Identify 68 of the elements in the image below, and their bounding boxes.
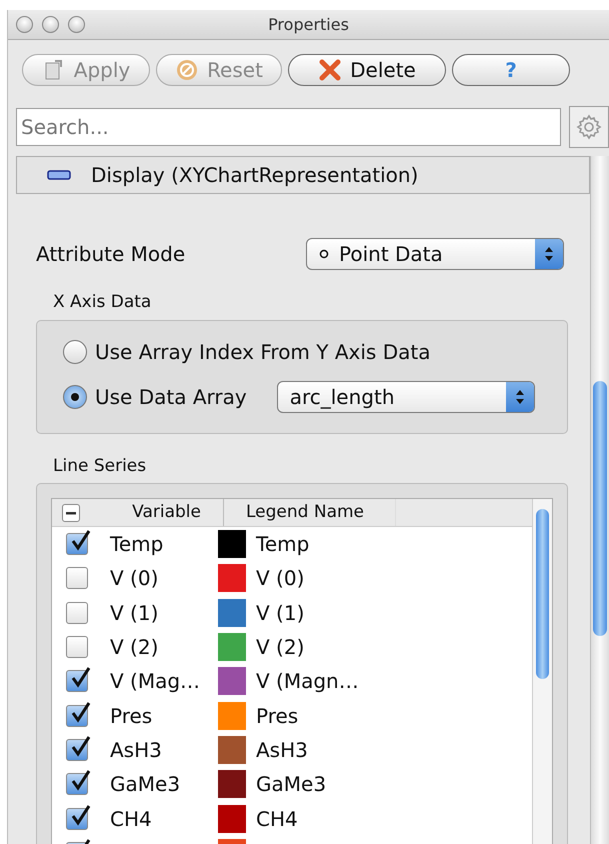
scroll-thumb[interactable] bbox=[536, 509, 549, 679]
attribute-mode-label: Attribute Mode bbox=[36, 241, 186, 268]
series-variable: AsH3 bbox=[109, 736, 163, 764]
legend-name[interactable]: V (2) bbox=[256, 632, 304, 662]
no-entry-icon bbox=[175, 58, 200, 82]
legend-name[interactable]: CH4 bbox=[256, 804, 298, 834]
series-variable: V (Mag… bbox=[109, 668, 202, 696]
checkbox[interactable] bbox=[66, 602, 88, 624]
series-variable: Temp bbox=[109, 531, 164, 558]
checkbox[interactable] bbox=[66, 533, 88, 556]
checkbox[interactable] bbox=[66, 738, 88, 761]
color-swatch[interactable] bbox=[218, 770, 246, 798]
column-header[interactable]: Variable bbox=[52, 499, 224, 526]
legend-name[interactable]: Pres bbox=[256, 700, 298, 731]
legend-name[interactable]: GaMe3 bbox=[256, 769, 326, 800]
series-variable: GaMe3 bbox=[109, 771, 182, 798]
minimize-button[interactable] bbox=[42, 16, 59, 33]
legend-name[interactable]: V (0) bbox=[256, 563, 304, 594]
section-header[interactable]: Display (XYChartRepresentation) bbox=[16, 156, 590, 194]
panel-scrollbar[interactable] bbox=[590, 156, 609, 844]
group-title: X Axis Data bbox=[52, 291, 152, 314]
section-title: Display (XYChartRepresentation) bbox=[91, 162, 418, 189]
stepper-arrows-icon bbox=[544, 245, 554, 263]
legend-name[interactable]: AsH3 bbox=[256, 734, 308, 765]
color-swatch[interactable] bbox=[218, 530, 246, 558]
column-header[interactable]: Legend Name bbox=[224, 499, 396, 526]
checkbox[interactable] bbox=[66, 636, 88, 658]
series-variable: V (0) bbox=[109, 565, 160, 592]
series-variable: Pres bbox=[109, 702, 154, 730]
table-scrollbar[interactable] bbox=[532, 499, 552, 844]
color-swatch[interactable] bbox=[218, 564, 246, 592]
color-swatch[interactable] bbox=[218, 598, 246, 627]
search-field[interactable]: Search... bbox=[16, 108, 561, 146]
radio-label[interactable]: Use Array Index From Y Axis Data bbox=[95, 336, 430, 366]
close-button[interactable] bbox=[16, 16, 33, 33]
settings-button[interactable] bbox=[569, 106, 609, 148]
array-dropdown[interactable]: arc_length bbox=[276, 380, 535, 412]
close-icon bbox=[318, 58, 342, 82]
zoom-button[interactable] bbox=[68, 16, 85, 33]
color-swatch[interactable] bbox=[218, 736, 246, 764]
legend-name[interactable]: V (1) bbox=[256, 598, 304, 628]
minus-icon bbox=[66, 510, 76, 514]
point-icon bbox=[319, 249, 329, 259]
attribute-mode-dropdown[interactable]: Point Data bbox=[306, 238, 564, 270]
color-swatch[interactable] bbox=[218, 702, 246, 730]
radio-button[interactable] bbox=[63, 384, 87, 408]
scroll-thumb[interactable] bbox=[593, 381, 607, 636]
checkbox[interactable] bbox=[66, 567, 88, 590]
legend-name[interactable]: V (Magn… bbox=[256, 666, 359, 696]
color-swatch[interactable] bbox=[218, 804, 246, 833]
series-variable: V (1) bbox=[109, 600, 160, 627]
window-title: Properties bbox=[267, 14, 350, 36]
settings-icon bbox=[576, 114, 602, 140]
legend-name[interactable]: Temp bbox=[256, 529, 310, 560]
select-all-checkbox[interactable] bbox=[62, 504, 80, 522]
checkbox[interactable] bbox=[66, 670, 88, 692]
checkbox[interactable] bbox=[66, 773, 88, 796]
delete-button[interactable]: Delete bbox=[288, 54, 446, 86]
color-swatch[interactable] bbox=[218, 633, 246, 662]
stepper-arrows-icon bbox=[514, 388, 525, 406]
series-variable: V (2) bbox=[109, 634, 160, 662]
radio-label[interactable]: Use Data Array bbox=[95, 382, 247, 412]
radio-button[interactable] bbox=[63, 340, 87, 364]
group-title: Line Series bbox=[52, 454, 148, 478]
color-swatch[interactable] bbox=[218, 667, 246, 696]
series-variable: CH4 bbox=[109, 806, 153, 833]
checkbox[interactable] bbox=[66, 808, 88, 830]
checkbox[interactable] bbox=[66, 704, 88, 727]
